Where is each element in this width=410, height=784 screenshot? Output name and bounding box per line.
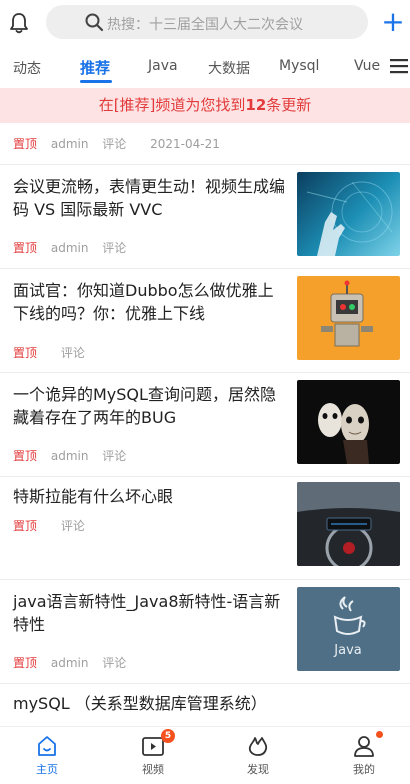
nav-video[interactable]: 5 视频 [123,729,183,777]
pinned-tag: 置顶 [13,519,38,533]
tab-recommend[interactable]: 推荐 [80,57,110,78]
article-title[interactable]: 面试官：你知道Dubbo怎么做优雅上下线的吗？你：优雅上下线 [13,279,285,325]
banner-count: 12 [245,96,267,114]
date: 2021-04-21 [150,137,220,151]
list-item[interactable]: java语言新特性_Java8新特性-语言新特性 置顶 admin 评论 Jav… [0,580,410,684]
author: admin [50,449,89,463]
author: admin [50,241,89,255]
comment-label: 评论 [102,449,127,463]
article-title[interactable]: java语言新特性_Java8新特性-语言新特性 [13,590,285,636]
list-item[interactable]: 特斯拉能有什么坏心眼 置顶 评论 [0,477,410,580]
article-thumbnail[interactable] [297,380,400,464]
channel-tabs: 动态 推荐 Java 大数据 Mysql Vue [0,47,410,85]
pinned-tag: 置顶 [13,346,38,360]
nav-video-label: 视频 [142,763,164,776]
top-bar: 热搜：十三届全国人大二次会议 + [0,0,410,46]
author: admin [50,656,89,670]
article-title[interactable]: 会议更流畅，表情更生动！视频生成编码 VS 国际最新 VVC [13,175,285,221]
add-button[interactable]: + [380,8,406,36]
nav-home[interactable]: 主页 [17,733,77,777]
item-meta: 置顶 admin 评论 [13,654,146,671]
list-item[interactable]: 会议更流畅，表情更生动！视频生成编码 VS 国际最新 VVC 置顶 admin … [0,165,410,269]
article-thumbnail[interactable] [297,276,400,360]
bottom-navigation: 主页 5 视频 发现 我的 [0,726,410,784]
comment-label: 评论 [60,346,85,360]
list-item[interactable]: 面试官：你知道Dubbo怎么做优雅上下线的吗？你：优雅上下线 置顶 评论 [0,269,410,373]
tab-vue[interactable]: Vue [354,58,380,74]
item-meta: 置顶 admin 评论 [13,239,146,256]
comment-label: 评论 [60,519,85,533]
bell-icon[interactable] [6,10,32,36]
toy-robot-image [321,280,373,347]
item-meta: 置顶 admin 评论 2021-04-21 [13,135,220,152]
discover-icon [248,737,268,756]
tesla-dashboard-image [297,482,400,566]
nav-discover-label: 发现 [247,763,269,776]
comment-label: 评论 [102,656,127,670]
pinned-tag: 置顶 [13,656,38,670]
tab-java[interactable]: Java [148,58,178,74]
item-meta: 置顶 评论 [13,344,105,361]
search-placeholder: 热搜：十三届全国人大二次会议 [107,17,303,33]
java-logo-text: Java [333,643,361,658]
profile-icon [354,736,374,757]
list-item[interactable]: 一个诡异的MySQL查询问题，居然隐藏着存在了两年的BUG 置顶 admin 评… [0,373,410,477]
article-title[interactable]: mySQL （关系型数据库管理系统） [13,692,373,715]
pinned-tag: 置顶 [13,137,38,151]
comment-label: 评论 [102,137,127,151]
tab-dynamic[interactable]: 动态 [13,58,41,78]
active-tab-indicator [80,80,112,83]
update-banner: 在[推荐]频道为您找到12条更新 [0,88,410,123]
masks-image [318,403,369,464]
robot-hand-image [306,181,393,256]
article-thumbnail[interactable]: Java [297,587,400,671]
video-badge: 5 [161,729,175,743]
tab-bigdata[interactable]: 大数据 [208,58,250,78]
banner-prefix: 在[推荐]频道为您找到 [98,96,246,114]
list-item[interactable]: mySQL （关系型数据库管理系统） [0,684,410,726]
item-meta: 置顶 评论 [13,517,105,534]
author: admin [50,137,89,151]
nav-profile-label: 我的 [353,763,375,776]
comment-label: 评论 [102,241,127,255]
tab-mysql[interactable]: Mysql [279,58,319,74]
home-icon [38,736,56,756]
banner-suffix: 条更新 [266,96,312,114]
pinned-tag: 置顶 [13,449,38,463]
nav-home-label: 主页 [36,763,58,776]
article-thumbnail[interactable] [297,172,400,256]
article-thumbnail[interactable] [297,482,400,566]
pinned-tag: 置顶 [13,241,38,255]
java-logo-image: Java [333,596,366,658]
menu-icon[interactable] [389,56,409,76]
notification-dot [376,731,383,738]
article-title[interactable]: 特斯拉能有什么坏心眼 [13,485,285,508]
nav-profile[interactable]: 我的 [334,731,394,777]
search-icon [85,13,104,32]
list-item[interactable]: 置顶 admin 评论 2021-04-21 [0,123,410,165]
article-title[interactable]: 一个诡异的MySQL查询问题，居然隐藏着存在了两年的BUG [13,383,285,429]
nav-discover[interactable]: 发现 [228,733,288,777]
item-meta: 置顶 admin 评论 [13,447,146,464]
